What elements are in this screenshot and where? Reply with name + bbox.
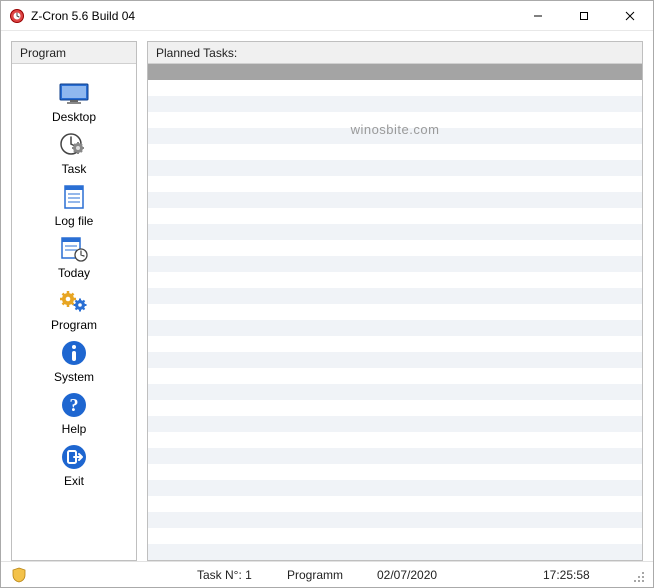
list-row[interactable] <box>148 384 642 400</box>
app-window: Z-Cron 5.6 Build 04 Program <box>0 0 654 588</box>
sidebar-item-help[interactable]: ? Help <box>12 390 136 436</box>
sidebar-item-label: Today <box>58 266 90 280</box>
sidebar-item-today[interactable]: Today <box>12 234 136 280</box>
list-row[interactable] <box>148 464 642 480</box>
sidebar-item-system[interactable]: System <box>12 338 136 384</box>
list-row[interactable] <box>148 272 642 288</box>
list-header-row <box>148 64 642 80</box>
list-row[interactable] <box>148 112 642 128</box>
list-row[interactable] <box>148 160 642 176</box>
list-row[interactable] <box>148 80 642 96</box>
list-row[interactable] <box>148 528 642 544</box>
window-title: Z-Cron 5.6 Build 04 <box>31 9 135 23</box>
list-row[interactable] <box>148 96 642 112</box>
list-row[interactable] <box>148 240 642 256</box>
list-row[interactable] <box>148 480 642 496</box>
list-row[interactable] <box>148 256 642 272</box>
sidebar-header: Program <box>12 42 136 64</box>
content-area: Program Desktop <box>1 31 653 561</box>
app-icon <box>9 8 25 24</box>
help-icon: ? <box>56 390 92 420</box>
desktop-icon <box>56 78 92 108</box>
gears-icon <box>56 286 92 316</box>
list-row[interactable] <box>148 144 642 160</box>
list-row[interactable] <box>148 416 642 432</box>
sidebar-item-exit[interactable]: Exit <box>12 442 136 488</box>
status-bar: Task N°: 1 Programm 02/07/2020 17:25:58 <box>1 561 653 587</box>
list-row[interactable] <box>148 128 642 144</box>
svg-text:?: ? <box>70 395 79 415</box>
sidebar-item-label: System <box>54 370 94 384</box>
sidebar-item-label: Log file <box>55 214 94 228</box>
sidebar-item-label: Program <box>51 318 97 332</box>
list-row[interactable] <box>148 400 642 416</box>
main-panel: Planned Tasks: winosbite.com <box>147 41 643 561</box>
exit-icon <box>56 442 92 472</box>
status-task-no: Task N°: 1 <box>197 568 277 582</box>
status-time: 17:25:58 <box>543 568 623 582</box>
main-header: Planned Tasks: <box>148 42 642 64</box>
sidebar-panel: Program Desktop <box>11 41 137 561</box>
close-button[interactable] <box>607 1 653 30</box>
resize-grip[interactable] <box>633 571 647 585</box>
sidebar-item-program[interactable]: Program <box>12 286 136 332</box>
sidebar-item-label: Task <box>62 162 87 176</box>
sidebar-item-label: Desktop <box>52 110 96 124</box>
sidebar-item-logfile[interactable]: Log file <box>12 182 136 228</box>
window-controls <box>515 1 653 30</box>
status-date: 02/07/2020 <box>377 568 477 582</box>
list-row[interactable] <box>148 432 642 448</box>
title-bar: Z-Cron 5.6 Build 04 <box>1 1 653 31</box>
list-row[interactable] <box>148 368 642 384</box>
list-row[interactable] <box>148 288 642 304</box>
sidebar-body: Desktop <box>12 64 136 560</box>
list-row[interactable] <box>148 496 642 512</box>
sidebar-item-label: Exit <box>64 474 84 488</box>
task-list[interactable]: winosbite.com <box>148 64 642 560</box>
list-row[interactable] <box>148 512 642 528</box>
status-program: Programm <box>287 568 367 582</box>
minimize-button[interactable] <box>515 1 561 30</box>
sidebar-item-label: Help <box>62 422 87 436</box>
today-icon <box>56 234 92 264</box>
shield-icon <box>11 567 27 583</box>
info-icon <box>56 338 92 368</box>
list-row[interactable] <box>148 208 642 224</box>
list-row[interactable] <box>148 352 642 368</box>
sidebar-item-task[interactable]: Task <box>12 130 136 176</box>
list-row[interactable] <box>148 192 642 208</box>
list-row[interactable] <box>148 544 642 560</box>
list-row[interactable] <box>148 176 642 192</box>
list-row[interactable] <box>148 336 642 352</box>
maximize-button[interactable] <box>561 1 607 30</box>
logfile-icon <box>56 182 92 212</box>
sidebar-item-desktop[interactable]: Desktop <box>12 78 136 124</box>
list-row[interactable] <box>148 304 642 320</box>
clock-gear-icon <box>56 130 92 160</box>
list-row[interactable] <box>148 320 642 336</box>
list-row[interactable] <box>148 224 642 240</box>
list-rows <box>148 80 642 560</box>
list-row[interactable] <box>148 448 642 464</box>
